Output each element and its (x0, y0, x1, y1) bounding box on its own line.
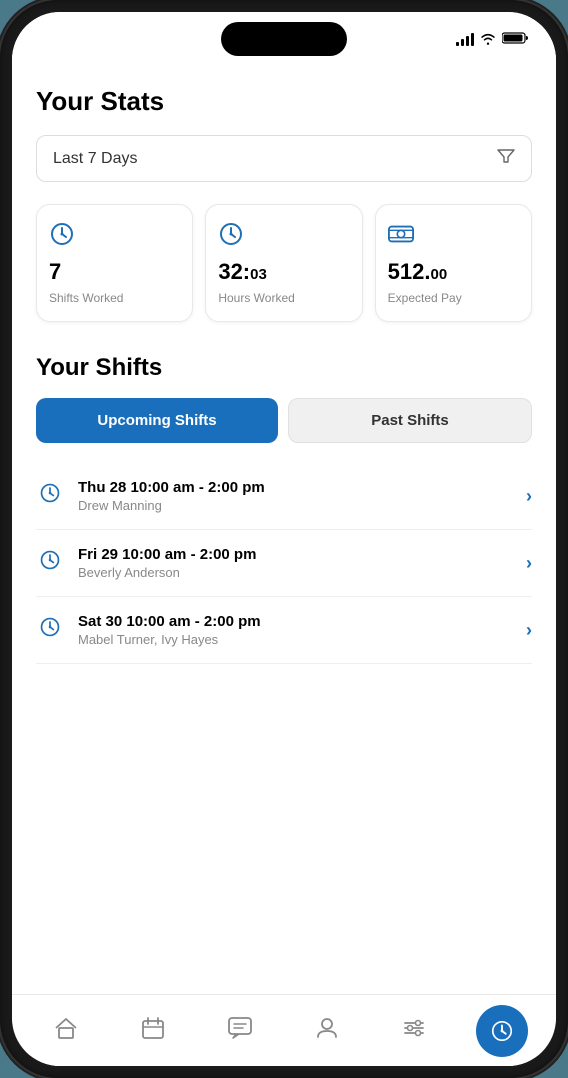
tab-past[interactable]: Past Shifts (288, 398, 532, 443)
shifts-label: Shifts Worked (49, 291, 123, 305)
shift-details: Sat 30 10:00 am - 2:00 pm Mabel Turner, … (78, 613, 512, 647)
shift-list: Thu 28 10:00 am - 2:00 pm Drew Manning › (36, 463, 532, 664)
main-content: Your Stats Last 7 Days (12, 66, 556, 994)
hours-value: 32:03 (218, 261, 266, 283)
home-icon (54, 1017, 78, 1045)
chat-icon (228, 1017, 252, 1045)
shift-person: Mabel Turner, Ivy Hayes (78, 632, 512, 647)
status-bar (12, 12, 556, 66)
list-item[interactable]: Thu 28 10:00 am - 2:00 pm Drew Manning › (36, 463, 532, 530)
shift-person: Drew Manning (78, 498, 512, 513)
shift-details: Thu 28 10:00 am - 2:00 pm Drew Manning (78, 479, 512, 513)
sliders-icon (403, 1017, 425, 1045)
stats-grid: 7 Shifts Worked 32:03 Hours Worked (36, 204, 532, 322)
wifi-icon (480, 31, 496, 48)
shift-clock-icon (36, 549, 64, 577)
nav-profile[interactable] (302, 1006, 352, 1056)
profile-icon (316, 1017, 338, 1045)
tabs-row: Upcoming Shifts Past Shifts (36, 398, 532, 443)
chevron-right-icon: › (526, 620, 532, 641)
shift-time: Thu 28 10:00 am - 2:00 pm (78, 479, 512, 496)
hours-label: Hours Worked (218, 291, 294, 305)
nav-settings[interactable] (389, 1006, 439, 1056)
filter-dropdown[interactable]: Last 7 Days (36, 135, 532, 182)
nav-home[interactable] (41, 1006, 91, 1056)
shifts-section-title: Your Shifts (36, 354, 532, 382)
notch (221, 22, 347, 56)
calendar-icon (142, 1017, 164, 1045)
pay-icon (388, 221, 414, 253)
chevron-right-icon: › (526, 553, 532, 574)
shift-clock-icon (36, 616, 64, 644)
battery-icon (502, 31, 528, 48)
nav-messages[interactable] (215, 1006, 265, 1056)
shift-clock-icon (36, 482, 64, 510)
tab-upcoming[interactable]: Upcoming Shifts (36, 398, 278, 443)
shift-details: Fri 29 10:00 am - 2:00 pm Beverly Anders… (78, 546, 512, 580)
list-item[interactable]: Sat 30 10:00 am - 2:00 pm Mabel Turner, … (36, 597, 532, 664)
pay-value: 512.00 (388, 261, 448, 283)
shifts-value: 7 (49, 261, 61, 283)
bottom-nav (12, 994, 556, 1066)
phone-screen: Your Stats Last 7 Days (12, 12, 556, 1066)
shifts-icon (49, 221, 75, 253)
pay-label: Expected Pay (388, 291, 462, 305)
signal-icon (456, 32, 474, 46)
nav-calendar[interactable] (128, 1006, 178, 1056)
stat-card-hours: 32:03 Hours Worked (205, 204, 362, 322)
chevron-right-icon: › (526, 486, 532, 507)
hours-icon (218, 221, 244, 253)
shift-time: Fri 29 10:00 am - 2:00 pm (78, 546, 512, 563)
list-item[interactable]: Fri 29 10:00 am - 2:00 pm Beverly Anders… (36, 530, 532, 597)
filter-icon (497, 148, 515, 169)
fab-button[interactable] (476, 1005, 528, 1057)
shift-person: Beverly Anderson (78, 565, 512, 580)
filter-label: Last 7 Days (53, 150, 137, 168)
page-title: Your Stats (36, 86, 532, 117)
stat-card-shifts: 7 Shifts Worked (36, 204, 193, 322)
phone-frame: Your Stats Last 7 Days (0, 0, 568, 1078)
shift-time: Sat 30 10:00 am - 2:00 pm (78, 613, 512, 630)
status-icons (456, 31, 528, 48)
stat-card-pay: 512.00 Expected Pay (375, 204, 532, 322)
